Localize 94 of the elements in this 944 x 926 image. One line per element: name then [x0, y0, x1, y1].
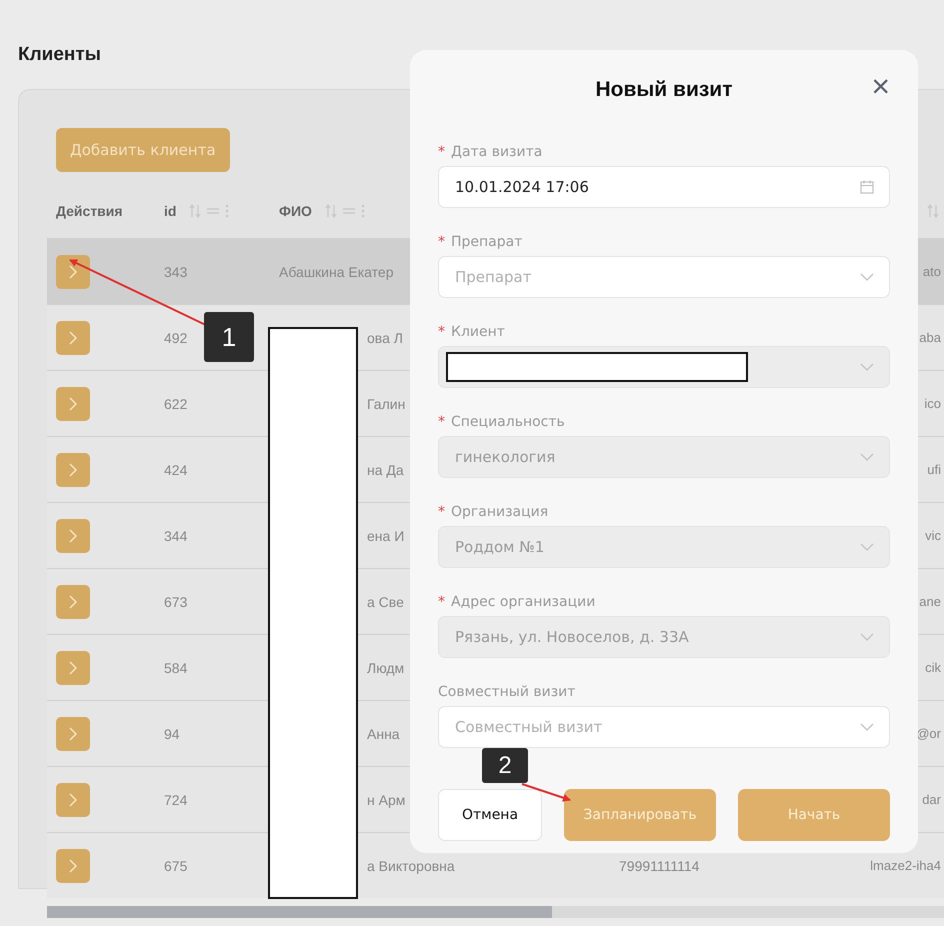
table-cell: Людм	[367, 660, 404, 676]
table-cell: ato	[922, 264, 941, 279]
sort-icon[interactable]	[927, 203, 939, 219]
table-cell: Абашкина Екатер	[279, 264, 394, 280]
table-cell: ane	[919, 594, 941, 609]
field-label: Адрес организации	[451, 594, 596, 610]
row-action-button[interactable]	[56, 782, 90, 816]
required-mark: *	[438, 234, 445, 250]
required-mark: *	[438, 594, 445, 610]
table-cell: 673	[164, 594, 188, 610]
calendar-icon[interactable]	[860, 180, 874, 194]
chevron-down-icon[interactable]	[860, 632, 874, 642]
chevron-icon	[68, 792, 78, 806]
row-action-button[interactable]	[56, 452, 90, 486]
action-button[interactable]: Начать	[738, 789, 890, 841]
chevron-icon	[68, 858, 78, 872]
chevron-down-icon[interactable]	[860, 362, 874, 372]
table-cell: 344	[164, 528, 188, 544]
required-mark: *	[438, 144, 445, 160]
table-cell: ова Л	[367, 330, 403, 346]
table-cell: vic	[925, 528, 941, 543]
close-button[interactable]: ×	[867, 72, 894, 100]
sort-icon[interactable]	[324, 203, 337, 219]
chevron-icon	[68, 396, 78, 410]
page-title: Клиенты	[18, 44, 102, 66]
horizontal-scrollbar[interactable]	[47, 906, 944, 918]
field-label: Совместный визит	[438, 684, 576, 700]
table-cell: lmaze2-iha4	[870, 858, 941, 873]
field-label: Препарат	[451, 234, 522, 250]
row-action-button[interactable]	[56, 518, 90, 552]
row-action-button[interactable]	[56, 716, 90, 750]
required-mark: *	[438, 324, 445, 340]
required-mark: *	[438, 504, 445, 520]
table-cell: 343	[164, 264, 188, 280]
row-action-button[interactable]	[56, 584, 90, 618]
table-cell: 79991111114	[619, 858, 700, 874]
sort-icon[interactable]	[189, 203, 202, 219]
callout-arrow	[522, 783, 571, 802]
table-cell: 94	[164, 726, 180, 742]
chevron-icon	[68, 594, 78, 608]
table-cell: н Арм	[367, 792, 406, 808]
row-action-button[interactable]	[56, 320, 90, 354]
chevron-icon	[68, 330, 78, 344]
chevron-down-icon[interactable]	[860, 722, 874, 732]
callout-number: 2	[482, 748, 528, 783]
table-cell: aba	[919, 330, 941, 345]
select-field[interactable]: Совместный визит	[438, 706, 890, 748]
more-icon[interactable]	[360, 203, 365, 219]
table-cell: 724	[164, 792, 188, 808]
table-cell: 492	[164, 330, 188, 346]
chevron-icon	[68, 264, 78, 278]
column-header: id	[164, 203, 176, 219]
chevron-icon	[68, 660, 78, 674]
callout-number: 1	[204, 312, 254, 362]
row-action-button[interactable]	[56, 254, 90, 288]
chevron-icon	[68, 726, 78, 740]
table-cell: dar	[922, 792, 941, 807]
table-cell: Анна	[367, 726, 400, 742]
table-cell: а Викторовна	[367, 858, 455, 874]
table-cell: ена И	[367, 528, 404, 544]
scrollbar-thumb[interactable]	[47, 906, 552, 918]
row-action-button[interactable]	[56, 848, 90, 882]
field-label: Организация	[451, 504, 548, 520]
column-header: ФИО	[279, 203, 312, 219]
chevron-down-icon[interactable]	[860, 452, 874, 462]
cancel-button[interactable]: Отмена	[438, 789, 542, 841]
table-cell: ufi	[927, 462, 941, 477]
table-cell: ico	[924, 396, 941, 411]
table-cell: 675	[164, 858, 188, 874]
action-button[interactable]: Запланировать	[564, 789, 716, 841]
table-cell: на Да	[367, 462, 404, 478]
add-client-button[interactable]: Добавить клиента	[56, 128, 230, 172]
field-label: Клиент	[451, 324, 505, 340]
chevron-down-icon[interactable]	[860, 272, 874, 282]
chevron-icon	[68, 462, 78, 476]
chevron-down-icon[interactable]	[860, 542, 874, 552]
table-cell: 622	[164, 396, 188, 412]
table-cell: а Све	[367, 594, 404, 610]
row-action-button[interactable]	[56, 386, 90, 420]
table-cell: Галин	[367, 396, 406, 412]
more-icon[interactable]	[225, 203, 230, 219]
date-field[interactable]: 10.01.2024 17:06	[438, 166, 890, 208]
field-label: Специальность	[451, 414, 565, 430]
table-cell: cik	[925, 660, 941, 675]
table-cell: 424	[164, 462, 188, 478]
dialog-title: Новый визит	[595, 78, 733, 103]
table-cell: 584	[164, 660, 188, 676]
required-mark: *	[438, 414, 445, 430]
row-action-button[interactable]	[56, 650, 90, 684]
select-field[interactable]: Препарат	[438, 256, 890, 298]
column-header: Действия	[56, 203, 123, 219]
chevron-icon	[68, 528, 78, 542]
table-cell: @or	[916, 726, 941, 741]
field-label: Дата визита	[451, 144, 542, 160]
